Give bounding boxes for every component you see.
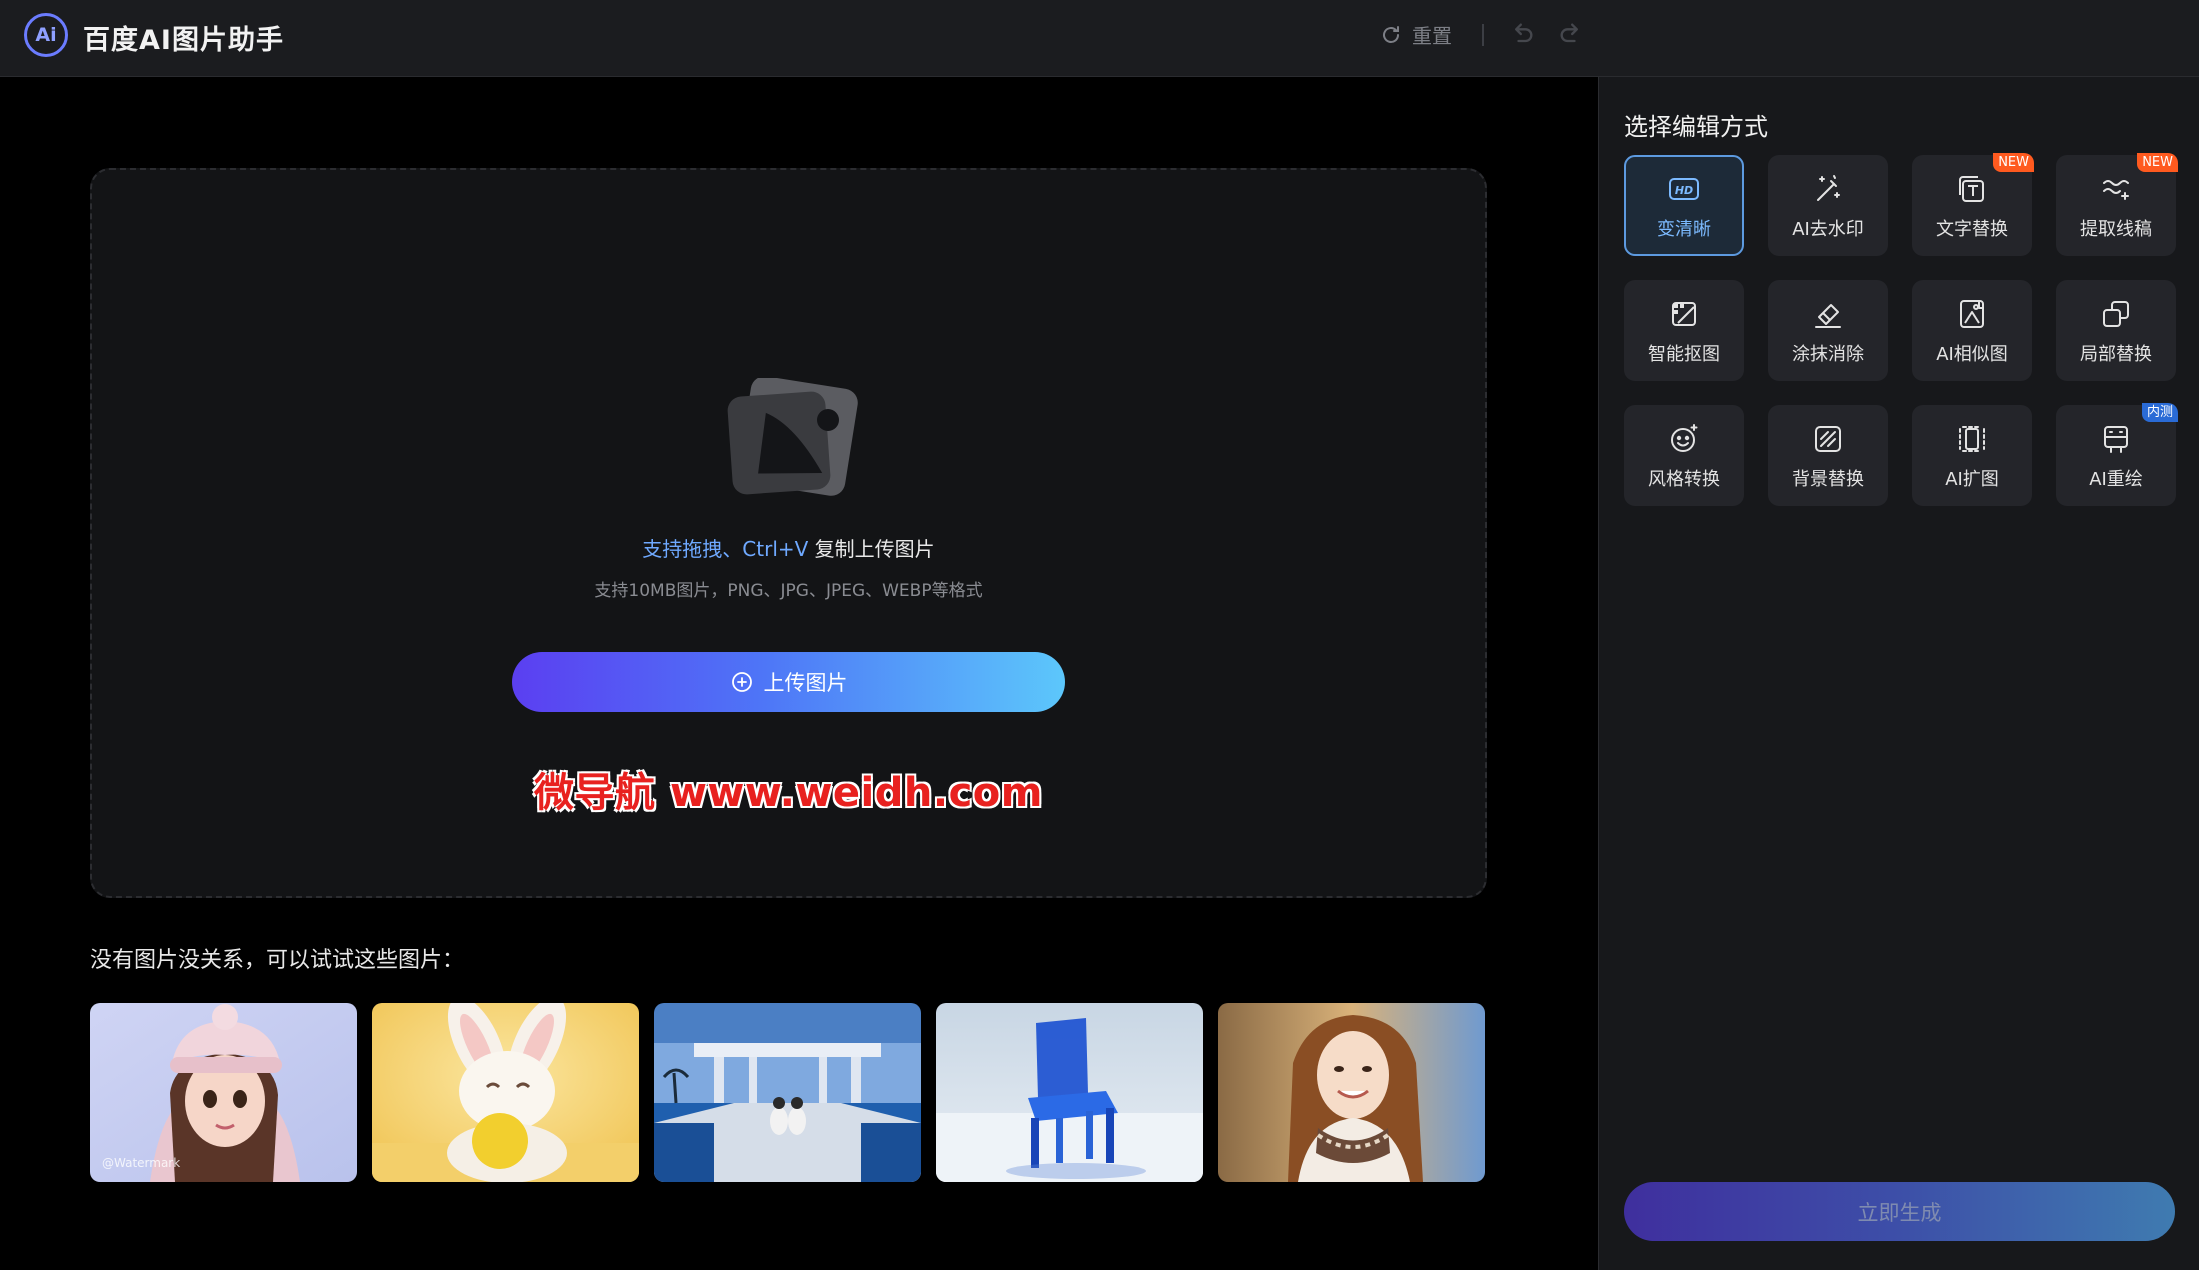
hd-icon: HD bbox=[1669, 177, 1699, 200]
eraser-icon bbox=[1815, 303, 1841, 328]
tool-remove-watermark[interactable]: AI去水印 bbox=[1768, 155, 1888, 256]
tool-extract-line-art[interactable]: NEW 提取线稿 bbox=[2056, 153, 2178, 256]
refresh-icon bbox=[1383, 25, 1399, 43]
upload-hint: 支持拖拽、Ctrl+V 复制上传图片 bbox=[90, 533, 1487, 562]
top-bar: Ai 百度AI图片助手 重置 bbox=[0, 0, 2199, 77]
image-placeholder-icon bbox=[727, 378, 858, 496]
tool-background-replace[interactable]: 背景替换 bbox=[1768, 405, 1888, 506]
tool-label: 背景替换 bbox=[1792, 468, 1864, 490]
tool-smear-erase[interactable]: 涂抹消除 bbox=[1768, 280, 1888, 381]
toolbar-divider bbox=[1482, 24, 1484, 46]
tool-enhance[interactable]: HD 变清晰 bbox=[1624, 155, 1744, 256]
sample-woman-scarf[interactable] bbox=[1218, 1003, 1485, 1182]
tool-smart-cutout[interactable]: 智能抠图 bbox=[1624, 280, 1744, 381]
reset-button[interactable]: 重置 bbox=[1379, 20, 1452, 49]
undo-icon[interactable] bbox=[1508, 20, 1536, 48]
tool-ai-redraw[interactable]: 内测 AI重绘 bbox=[2056, 403, 2178, 506]
supported-formats-text: 支持10MB图片，PNG、JPG、JPEG、WEBP等格式 bbox=[594, 581, 983, 601]
tool-label: 局部替换 bbox=[2080, 343, 2152, 365]
background-replace-icon bbox=[1815, 425, 1841, 452]
expand-icon bbox=[1959, 425, 1985, 452]
style-face-icon bbox=[1671, 423, 1698, 452]
tool-label: AI重绘 bbox=[2089, 468, 2143, 490]
sample-couple-pool-image bbox=[654, 1003, 921, 1182]
tool-label: AI扩图 bbox=[1945, 468, 1999, 490]
new-badge: NEW bbox=[1993, 153, 2034, 172]
sample-couple-pool[interactable] bbox=[654, 1003, 921, 1182]
sample-girl-beanie[interactable]: @Watermark bbox=[90, 1003, 357, 1182]
sample-blue-chair[interactable] bbox=[936, 1003, 1203, 1182]
reset-label: 重置 bbox=[1412, 24, 1452, 48]
tool-label: 提取线稿 bbox=[2080, 218, 2152, 240]
drag-paste-hint: 支持拖拽、Ctrl+V bbox=[642, 537, 809, 561]
tool-label: 涂抹消除 bbox=[1792, 343, 1864, 365]
tool-label: 文字替换 bbox=[1936, 218, 2008, 240]
upload-hint-rest: 复制上传图片 bbox=[808, 537, 935, 561]
sample-images-row: @Watermark bbox=[90, 1003, 1485, 1182]
tool-expand-image[interactable]: AI扩图 bbox=[1912, 405, 2032, 506]
redraw-icon bbox=[2104, 425, 2128, 453]
svg-text:HD: HD bbox=[1675, 184, 1693, 197]
sample-watermark: @Watermark bbox=[102, 1156, 181, 1170]
partial-replace-icon bbox=[2103, 300, 2129, 327]
sample-bunny-image bbox=[372, 1003, 639, 1182]
panel-title: 选择编辑方式 bbox=[1624, 113, 1768, 141]
tool-similar-image[interactable]: AI相似图 bbox=[1912, 280, 2032, 381]
tool-label: AI相似图 bbox=[1936, 343, 2008, 365]
line-art-icon bbox=[2103, 179, 2129, 200]
tool-partial-replace[interactable]: 局部替换 bbox=[2056, 280, 2176, 381]
tool-label: 变清晰 bbox=[1657, 218, 1711, 240]
sample-blue-chair-image bbox=[936, 1003, 1203, 1182]
upload-image-button[interactable]: 上传图片 bbox=[512, 652, 1065, 712]
similar-image-icon bbox=[1960, 299, 1984, 328]
app-logo: Ai bbox=[24, 13, 68, 57]
redo-icon[interactable] bbox=[1557, 20, 1585, 48]
tool-label: 智能抠图 bbox=[1648, 343, 1720, 365]
plus-circle-icon bbox=[731, 672, 752, 692]
tool-grid: HD 变清晰 AI去水印 NEW 文字替换 NEW 提取线稿 智能抠图 涂抹消除… bbox=[1624, 153, 2178, 506]
upload-button-label: 上传图片 bbox=[763, 671, 848, 695]
tool-style-transfer[interactable]: 风格转换 bbox=[1624, 405, 1744, 506]
cutout-icon bbox=[1672, 301, 1696, 326]
sample-woman-scarf-image bbox=[1218, 1003, 1485, 1182]
samples-heading: 没有图片没关系，可以试试这些图片： bbox=[90, 948, 465, 973]
beta-badge: 内测 bbox=[2141, 403, 2178, 422]
generate-label: 立即生成 bbox=[1857, 1200, 1942, 1225]
tool-text-replace[interactable]: NEW 文字替换 bbox=[1912, 153, 2034, 256]
sample-bunny[interactable] bbox=[372, 1003, 639, 1182]
tool-label: 风格转换 bbox=[1648, 468, 1720, 490]
new-badge: NEW bbox=[2137, 153, 2178, 172]
site-watermark-overlay: 微导航 www.weidh.com bbox=[534, 770, 1043, 816]
text-replace-icon bbox=[1959, 175, 1984, 202]
tool-label: AI去水印 bbox=[1792, 218, 1864, 240]
magic-wand-icon bbox=[1817, 174, 1840, 201]
generate-now-button[interactable]: 立即生成 bbox=[1624, 1182, 2175, 1241]
app-title: 百度AI图片助手 bbox=[83, 25, 284, 56]
